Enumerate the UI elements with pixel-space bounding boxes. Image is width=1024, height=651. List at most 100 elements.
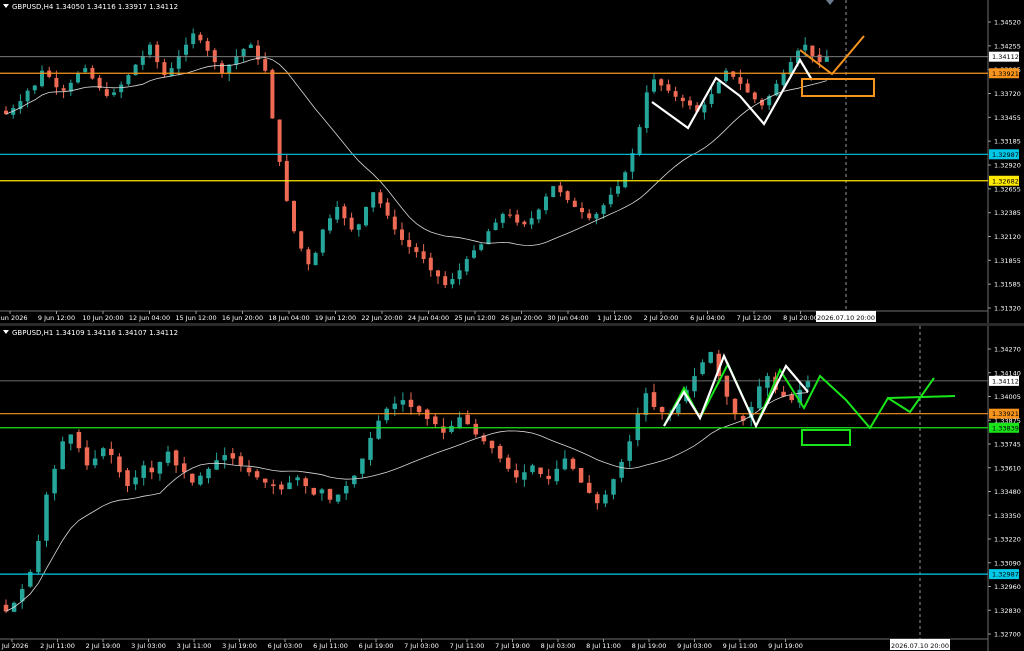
candle-body — [508, 214, 512, 216]
orange-target-box — [801, 78, 875, 97]
candle-body — [554, 468, 560, 482]
candle-body — [514, 470, 519, 478]
time-tick-label: 2 Jul 11:00 — [40, 642, 75, 650]
candle-body — [752, 92, 757, 100]
candle-body — [745, 83, 750, 93]
candle-body — [479, 244, 484, 250]
candle-body — [530, 465, 535, 473]
candle-body — [214, 460, 219, 470]
candle-body — [68, 434, 74, 444]
candle-body — [246, 467, 252, 473]
candle-body — [352, 475, 357, 485]
time-tick-label: 8 Jul 19:00 — [632, 642, 667, 650]
crosshair-time-label: 2026.07.10 20:00 — [817, 314, 875, 322]
time-tick-label: 18 Jun 04:00 — [268, 314, 309, 322]
candle-body — [126, 75, 131, 85]
candle-body — [378, 192, 383, 204]
candle-body — [36, 540, 41, 573]
candle-body — [619, 461, 624, 478]
time-tick-label: 1 Jul 12:00 — [597, 314, 632, 322]
moving-average-line — [5, 392, 808, 612]
time-tick-label: 9 Jul 11:00 — [723, 642, 758, 650]
candle-body — [241, 49, 246, 57]
candle-body — [54, 77, 59, 88]
h1-symbol-text: GBPUSD,H1 1.34109 1.34116 1.34107 1.3411… — [12, 329, 179, 337]
candle-body — [335, 494, 341, 502]
time-tick-label: 7 Jul 12:00 — [737, 314, 772, 322]
price-tick-label: 1.33220 — [994, 536, 1021, 544]
candle-body — [60, 441, 65, 470]
time-tick-label: 7 Jul 19:00 — [495, 642, 530, 650]
candle-body — [586, 482, 592, 493]
time-tick-label: 7 Jul 03:00 — [404, 642, 439, 650]
collapse-triangle-icon[interactable] — [3, 4, 9, 8]
time-tick-label: 8 Jul 11:00 — [586, 642, 621, 650]
candle-body — [810, 45, 815, 56]
candle-body — [25, 90, 30, 102]
candle-body — [731, 71, 736, 77]
candle-body — [319, 489, 325, 494]
current-price-label: 1.34112 — [992, 53, 1019, 61]
candle-body — [342, 206, 347, 219]
candle-body — [472, 250, 476, 258]
candle-body — [311, 487, 317, 495]
time-tick-label: 15 Jun 12:00 — [175, 314, 216, 322]
candle-body — [765, 376, 770, 388]
candle-body — [83, 68, 88, 73]
candle-body — [360, 458, 365, 474]
candle-body — [234, 55, 239, 65]
candle-body — [76, 73, 80, 83]
candle-body — [637, 127, 642, 154]
candle-body — [562, 458, 568, 470]
candle-body — [112, 92, 116, 95]
candle-body — [587, 213, 592, 219]
candle-body — [500, 213, 505, 223]
candle-body — [465, 414, 470, 425]
h4-chart-canvas[interactable]: 1.345201.342551.339851.337201.334551.331… — [0, 0, 1024, 323]
candle-body — [578, 467, 584, 483]
candle-body — [32, 85, 37, 91]
collapse-triangle-icon[interactable] — [3, 330, 9, 334]
candle-body — [109, 448, 114, 456]
candle-body — [400, 229, 404, 240]
price-tick-label: 1.33480 — [994, 488, 1021, 496]
price-tick-label: 1.34255 — [994, 42, 1021, 50]
candle-body — [320, 229, 325, 253]
candle-body — [643, 393, 649, 416]
h1-chart-pane[interactable]: 1.34270 1.34140 1.34005 1.33875 1.33745 1.336… — [0, 326, 1024, 651]
time-tick-label: 30 Jun 04:00 — [547, 314, 588, 322]
crosshair-time-label: 2026.07.10 20:00 — [891, 642, 949, 650]
price-tick-label: 1.34270 — [994, 346, 1021, 354]
candle-body — [651, 392, 657, 407]
candle-body — [436, 270, 440, 277]
candle-body — [165, 451, 171, 463]
candle-body — [169, 68, 174, 76]
price-tick-label: 1.31855 — [994, 257, 1021, 265]
time-tick-label: 19 Jun 12:00 — [315, 314, 356, 322]
h1-chart-canvas[interactable]: 1.342701.341401.340051.338751.337451.336… — [0, 326, 1024, 651]
candle-body — [408, 399, 414, 407]
candle-body — [565, 191, 570, 201]
candle-body — [522, 472, 527, 480]
time-tick-label: 2 Jul 2026 — [0, 642, 28, 650]
candle-body — [256, 45, 260, 60]
price-tick-label: 1.33350 — [994, 512, 1021, 520]
moving-average-line — [5, 57, 827, 246]
current-price-label: 1.34112 — [992, 377, 1019, 385]
candle-body — [558, 185, 563, 193]
candle-body — [522, 221, 527, 225]
candle-body — [708, 352, 713, 363]
h4-chart-pane[interactable]: 1.345201.342551.339851.337201.334551.331… — [0, 0, 1024, 323]
candle-body — [473, 423, 479, 435]
candle-body — [384, 408, 389, 421]
time-tick-label: 7 Jul 11:00 — [450, 642, 485, 650]
candle-body — [279, 484, 284, 490]
candle-body — [817, 54, 822, 63]
candle-body — [457, 417, 462, 428]
candle-body — [428, 257, 433, 271]
time-tick-label: 26 Jun 20:00 — [501, 314, 542, 322]
candle-body — [292, 200, 296, 232]
candle-body — [181, 463, 187, 473]
price-tick-label: 1.33745 — [994, 441, 1021, 449]
candle-body — [538, 467, 543, 474]
